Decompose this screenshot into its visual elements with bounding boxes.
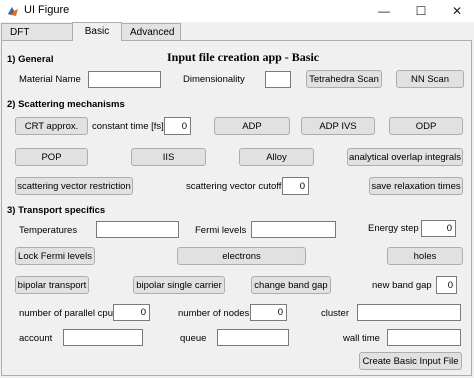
- constant-time-label: constant time [fs]: [92, 121, 164, 132]
- window-title: UI Figure: [24, 4, 70, 16]
- parallel-cpu-label: number of parallel cpu: [19, 308, 113, 319]
- create-basic-input-button[interactable]: Create Basic Input File: [359, 352, 462, 370]
- temperatures-label: Temperatures: [19, 225, 78, 236]
- new-band-gap-label: new band gap: [372, 280, 432, 291]
- scattering-vector-cutoff-label: scattering vector cutoff: [186, 181, 282, 192]
- lock-fermi-levels-button[interactable]: Lock Fermi levels: [15, 247, 95, 265]
- iis-button[interactable]: IIS: [131, 148, 206, 166]
- queue-label: queue: [180, 333, 207, 344]
- tab-dft-interface[interactable]: DFT interface: [1, 23, 73, 55]
- scattering-heading: 2) Scattering mechanisms: [7, 99, 125, 110]
- scattering-vector-cutoff-field[interactable]: 0: [282, 177, 309, 195]
- tetrahedra-scan-button[interactable]: Tetrahedra Scan: [306, 70, 382, 88]
- transport-heading: 3) Transport specifics: [7, 205, 106, 216]
- matlab-icon: [8, 7, 18, 16]
- material-name-field[interactable]: [88, 71, 161, 88]
- dimensionality-label: Dimensionality: [183, 74, 245, 85]
- minimize-button[interactable]: —: [367, 0, 401, 22]
- cluster-field[interactable]: [357, 304, 461, 321]
- nn-scan-button[interactable]: NN Scan: [396, 70, 464, 88]
- general-heading: 1) General: [7, 54, 54, 65]
- adp-button[interactable]: ADP: [214, 117, 290, 135]
- energy-step-label: Energy step: [368, 223, 419, 234]
- constant-time-field[interactable]: 0: [164, 117, 191, 135]
- queue-field[interactable]: [217, 329, 289, 346]
- maximize-button[interactable]: ☐: [404, 0, 438, 22]
- electrons-button[interactable]: electrons: [177, 247, 306, 265]
- bipolar-transport-button[interactable]: bipolar transport: [15, 276, 89, 294]
- temperatures-field[interactable]: [96, 221, 179, 238]
- scattering-vector-restriction-button[interactable]: scattering vector restriction: [15, 177, 133, 195]
- pop-button[interactable]: POP: [15, 148, 88, 166]
- wall-time-label: wall time: [343, 333, 380, 344]
- account-field[interactable]: [63, 329, 143, 346]
- app-title: Input file creation app - Basic: [167, 50, 320, 64]
- account-label: account: [19, 333, 53, 344]
- nodes-field[interactable]: 0: [250, 304, 287, 321]
- tab-advanced[interactable]: Advanced: [121, 23, 181, 40]
- tab-basic[interactable]: Basic: [72, 22, 122, 41]
- fermi-levels-label: Fermi levels: [195, 225, 247, 236]
- new-band-gap-field[interactable]: 0: [436, 276, 457, 294]
- adp-ivs-button[interactable]: ADP IVS: [301, 117, 375, 135]
- alloy-button[interactable]: Alloy: [239, 148, 314, 166]
- change-band-gap-button[interactable]: change band gap: [251, 276, 331, 294]
- cluster-label: cluster: [321, 308, 349, 319]
- analytical-overlap-button[interactable]: analytical overlap integrals: [347, 148, 463, 166]
- parallel-cpu-field[interactable]: 0: [113, 304, 150, 321]
- fermi-levels-field[interactable]: [251, 221, 336, 238]
- energy-step-field[interactable]: 0: [421, 220, 456, 237]
- wall-time-field[interactable]: [387, 329, 461, 346]
- odp-button[interactable]: ODP: [389, 117, 463, 135]
- material-name-label: Material Name: [19, 74, 81, 85]
- save-relaxation-times-button[interactable]: save relaxation times: [369, 177, 463, 195]
- holes-button[interactable]: holes: [387, 247, 463, 265]
- close-button[interactable]: ✕: [440, 0, 474, 22]
- crt-approx-button[interactable]: CRT approx.: [15, 117, 88, 135]
- nodes-label: number of nodes: [178, 308, 250, 319]
- dimensionality-field[interactable]: [265, 71, 291, 88]
- title-bar: [0, 0, 474, 22]
- bipolar-single-carrier-button[interactable]: bipolar single carrier: [133, 276, 225, 294]
